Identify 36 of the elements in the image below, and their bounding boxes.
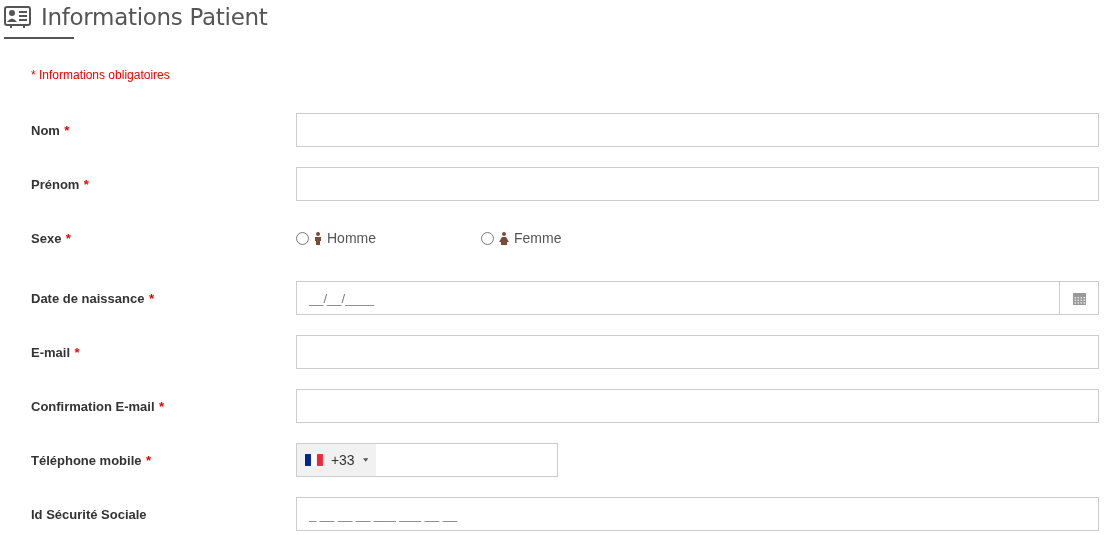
required-asterisk: * xyxy=(64,123,70,138)
caret-icon xyxy=(362,458,368,462)
text-field[interactable] xyxy=(296,113,1099,147)
country-code-dropdown[interactable]: +33 xyxy=(297,444,376,476)
flag-icon xyxy=(305,453,323,467)
calendar-button[interactable] xyxy=(1059,281,1099,315)
required-asterisk: * xyxy=(65,231,71,246)
field-label: Date de naissance xyxy=(31,291,145,306)
field-label: Confirmation E-mail xyxy=(31,399,155,414)
required-asterisk: * xyxy=(145,453,152,468)
field-label: Id Sécurité Sociale xyxy=(31,507,147,522)
required-asterisk: * xyxy=(158,399,165,414)
woman-icon xyxy=(499,231,509,245)
text-field[interactable]: _ __ __ __ ___ ___ __ __ xyxy=(296,497,1099,531)
field-label: Sexe xyxy=(31,231,62,246)
contact-card-icon xyxy=(4,6,31,28)
required-asterisk: * xyxy=(83,177,89,192)
radio-button[interactable] xyxy=(296,231,309,245)
text-field[interactable] xyxy=(296,335,1099,369)
radio-button[interactable] xyxy=(481,231,494,245)
field-label: Téléphone mobile xyxy=(31,453,142,468)
required-asterisk: * xyxy=(74,345,80,360)
phone-field[interactable]: +33 xyxy=(296,443,558,477)
required-note: * Informations obligatoires xyxy=(31,68,171,82)
radio-label: Homme xyxy=(327,230,376,246)
text-field[interactable] xyxy=(296,167,1099,201)
required-asterisk: * xyxy=(148,291,154,306)
calendar-icon xyxy=(1072,291,1086,305)
page-title: Informations Patient xyxy=(41,4,268,30)
field-label: Prénom xyxy=(31,177,80,192)
text-field[interactable] xyxy=(296,389,1099,423)
man-icon xyxy=(314,231,322,245)
field-label: Nom xyxy=(31,123,60,138)
field-label: E-mail xyxy=(31,345,70,360)
date-field[interactable]: __/__/____ xyxy=(296,281,1059,315)
radio-label: Femme xyxy=(514,230,562,246)
